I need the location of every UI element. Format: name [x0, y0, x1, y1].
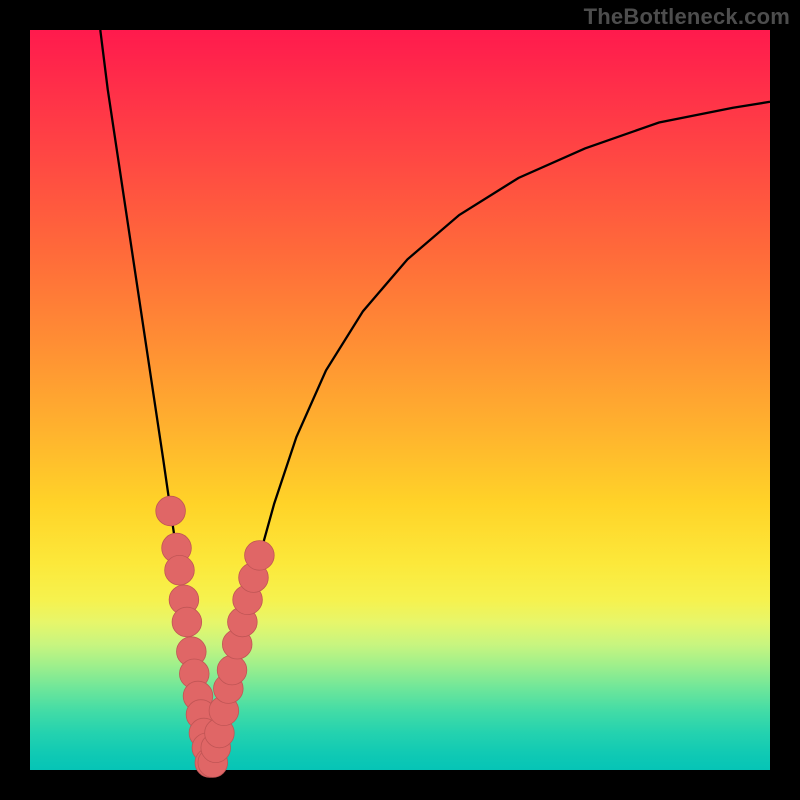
curve-right	[211, 102, 770, 770]
plot-area	[30, 30, 770, 770]
marker-layer	[156, 496, 274, 777]
marker-m5	[172, 607, 202, 637]
marker-m1	[156, 496, 186, 526]
watermark-text: TheBottleneck.com	[584, 4, 790, 30]
outer-frame: TheBottleneck.com	[0, 0, 800, 800]
marker-m23	[245, 541, 275, 571]
chart-svg	[30, 30, 770, 770]
marker-m18	[217, 655, 247, 685]
marker-m3	[165, 555, 195, 585]
